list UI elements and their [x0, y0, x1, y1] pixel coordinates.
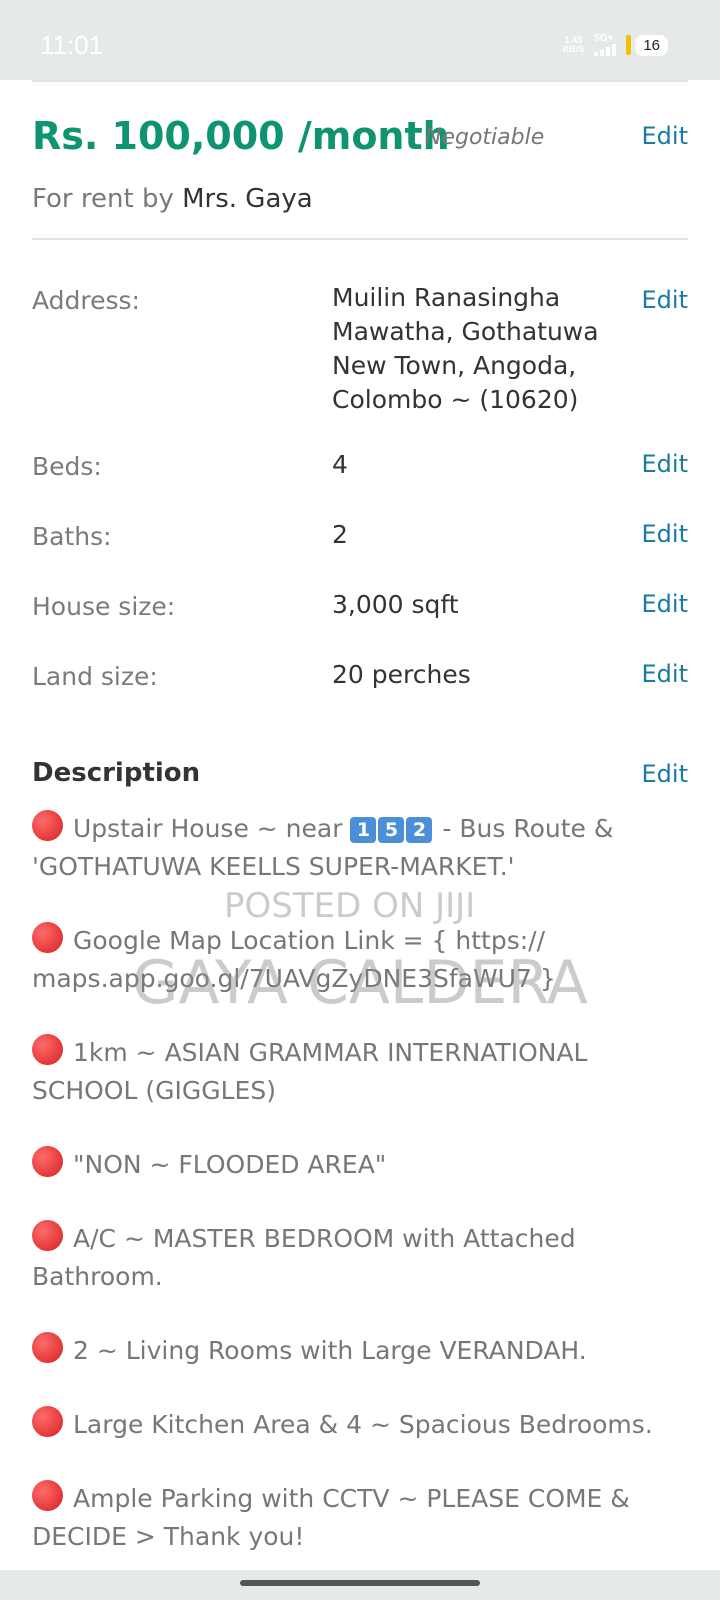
keycap-icon: 5	[378, 817, 405, 843]
negotiable-label: Negotiable	[425, 125, 545, 150]
red-circle-icon	[32, 1406, 63, 1437]
red-circle-icon	[32, 1480, 63, 1511]
battery-level: 16	[635, 34, 668, 56]
divider	[32, 238, 688, 240]
description-title: Description	[32, 758, 201, 788]
house-size-value: 3,000 sqft	[332, 590, 459, 619]
status-time: 11:01	[40, 30, 104, 60]
network-type-label: 5G+	[594, 33, 614, 44]
house-size-label: House size:	[32, 592, 176, 621]
address-label: Address:	[32, 286, 140, 315]
address-value: Muilin Ranasingha Mawatha, Gothatuwa New…	[332, 283, 599, 414]
beds-value: 4	[332, 450, 348, 479]
edit-baths-button[interactable]: Edit	[642, 520, 688, 548]
keycap-icon: 2	[406, 817, 433, 843]
net-speed-indicator: 1.43 KB/S	[562, 35, 585, 54]
description-item: Google Map Location Link = { https:// ma…	[32, 922, 688, 998]
rent-by-line: For rent by Mrs. Gaya	[32, 184, 313, 214]
listing-price: Rs. 100,000 /month	[32, 114, 450, 158]
baths-label: Baths:	[32, 522, 112, 551]
red-circle-icon	[32, 810, 63, 841]
signal-icon: 5G+	[594, 33, 617, 56]
navigation-bar	[0, 1570, 720, 1600]
red-circle-icon	[32, 1146, 63, 1177]
edit-address-button[interactable]: Edit	[642, 286, 688, 314]
land-size-label: Land size:	[32, 662, 158, 691]
description-item: "NON ~ FLOODED AREA"	[32, 1146, 688, 1184]
land-size-value: 20 perches	[332, 660, 471, 689]
status-bar: 11:01 1.43 KB/S 5G+ 16	[0, 0, 720, 80]
description-item: 2 ~ Living Rooms with Large VERANDAH.	[32, 1332, 688, 1370]
description-item: Ample Parking with CCTV ~ PLEASE COME & …	[32, 1480, 688, 1556]
red-circle-icon	[32, 1220, 63, 1251]
red-circle-icon	[32, 1332, 63, 1363]
edit-land-size-button[interactable]: Edit	[642, 660, 688, 688]
watermark-posted-on: POSTED ON JIJI	[224, 886, 476, 926]
description-item: A/C ~ MASTER BEDROOM with Attached Bathr…	[32, 1220, 688, 1296]
edit-description-button[interactable]: Edit	[642, 760, 688, 788]
description-item: Upstair House ~ near 152 - Bus Route & '…	[32, 810, 688, 886]
owner-name: Mrs. Gaya	[182, 184, 313, 214]
beds-label: Beds:	[32, 452, 102, 481]
red-circle-icon	[32, 1034, 63, 1065]
edit-beds-button[interactable]: Edit	[642, 450, 688, 478]
description-item: 1km ~ ASIAN GRAMMAR INTERNATIONAL SCHOOL…	[32, 1034, 688, 1110]
battery-icon: 16	[626, 34, 668, 56]
keycap-icon: 1	[350, 817, 377, 843]
status-icons: 1.43 KB/S 5G+ 16	[563, 34, 668, 56]
baths-value: 2	[332, 520, 348, 549]
home-gesture-handle[interactable]	[240, 1580, 480, 1586]
edit-house-size-button[interactable]: Edit	[642, 590, 688, 618]
red-circle-icon	[32, 922, 63, 953]
edit-price-button[interactable]: Edit	[642, 122, 688, 150]
description-item: Large Kitchen Area & 4 ~ Spacious Bedroo…	[32, 1406, 688, 1444]
divider	[32, 80, 688, 82]
